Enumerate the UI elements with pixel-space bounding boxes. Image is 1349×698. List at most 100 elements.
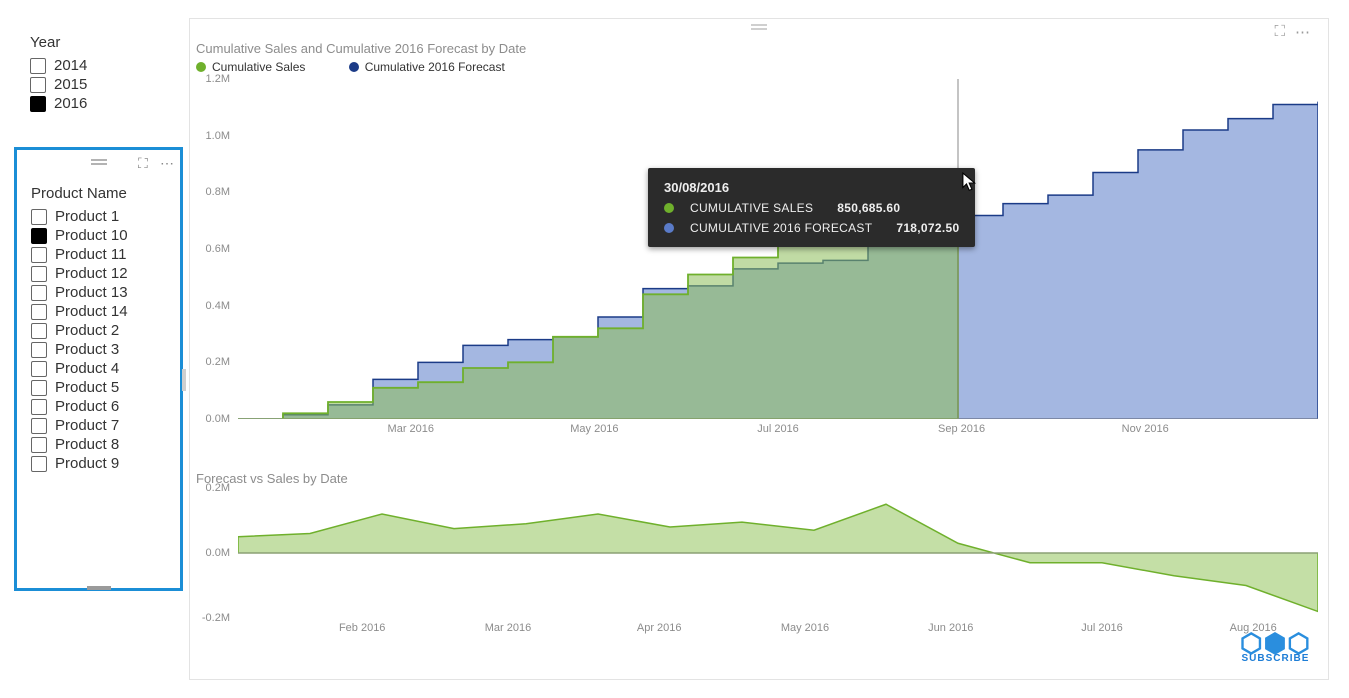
y-axis-tick: 0.2M: [206, 356, 230, 368]
x-axis-tick: Jul 2016: [1081, 622, 1123, 634]
chart-tooltip: 30/08/2016 CUMULATIVE SALES850,685.60 CU…: [648, 168, 975, 247]
product-option[interactable]: Product 2: [31, 322, 170, 339]
product-option[interactable]: Product 11: [31, 246, 170, 263]
product-option[interactable]: Product 6: [31, 398, 170, 415]
more-options-icon[interactable]: ⋯: [160, 156, 174, 170]
y-axis-tick: 1.2M: [206, 73, 230, 85]
product-option[interactable]: Product 9: [31, 455, 170, 472]
checkbox-icon[interactable]: [31, 361, 47, 377]
product-option[interactable]: Product 13: [31, 284, 170, 301]
product-label: Product 14: [55, 303, 128, 320]
y-axis-tick: 0.0M: [206, 413, 230, 425]
product-slicer[interactable]: ⛶ ⋯ Product Name Product 1 Product 10 Prod…: [14, 147, 183, 591]
product-label: Product 8: [55, 436, 119, 453]
x-axis-tick: Mar 2016: [485, 622, 531, 634]
checkbox-icon[interactable]: [31, 342, 47, 358]
checkbox-icon[interactable]: [31, 285, 47, 301]
focus-mode-icon[interactable]: ⛶: [138, 156, 152, 170]
year-label: 2014: [54, 57, 87, 74]
resize-handle-icon[interactable]: [182, 369, 186, 391]
subscribe-label: SUBSCRIBE: [1240, 653, 1311, 664]
checkbox-icon[interactable]: [31, 418, 47, 434]
product-option[interactable]: Product 8: [31, 436, 170, 453]
x-axis-tick: Mar 2016: [388, 423, 434, 435]
checkbox-icon[interactable]: [30, 96, 46, 112]
tooltip-date: 30/08/2016: [664, 180, 959, 195]
checkbox-icon[interactable]: [31, 209, 47, 225]
year-label: 2016: [54, 95, 87, 112]
checkbox-icon[interactable]: [31, 228, 47, 244]
y-axis-tick: 0.2M: [206, 482, 230, 494]
x-axis-tick: May 2016: [781, 622, 829, 634]
product-label: Product 10: [55, 227, 128, 244]
y-axis-tick: 0.4M: [206, 300, 230, 312]
product-label: Product 3: [55, 341, 119, 358]
product-label: Product 13: [55, 284, 128, 301]
product-option[interactable]: Product 12: [31, 265, 170, 282]
checkbox-icon[interactable]: [30, 58, 46, 74]
product-label: Product 4: [55, 360, 119, 377]
slicer-header[interactable]: ⛶ ⋯: [17, 150, 180, 179]
year-label: 2015: [54, 76, 87, 93]
legend-dot-icon: [349, 62, 359, 72]
y-axis-tick: 0.0M: [206, 547, 230, 559]
resize-bottom-icon[interactable]: [87, 586, 111, 590]
product-label: Product 12: [55, 265, 128, 282]
tooltip-dot-icon: [664, 203, 674, 213]
checkbox-icon[interactable]: [31, 266, 47, 282]
product-label: Product 7: [55, 417, 119, 434]
checkbox-icon[interactable]: [31, 247, 47, 263]
year-slicer: Year 2014 2015 2016: [30, 34, 170, 114]
checkbox-icon[interactable]: [30, 77, 46, 93]
product-label: Product 11: [55, 246, 126, 263]
chart1-title: Cumulative Sales and Cumulative 2016 For…: [196, 41, 1328, 56]
more-options-icon[interactable]: ⋯: [1295, 23, 1310, 41]
checkbox-icon[interactable]: [31, 437, 47, 453]
y-axis-tick: 0.8M: [206, 186, 230, 198]
product-option[interactable]: Product 10: [31, 227, 170, 244]
product-slicer-title: Product Name: [31, 185, 170, 202]
year-option[interactable]: 2015: [30, 76, 170, 93]
checkbox-icon[interactable]: [31, 323, 47, 339]
product-option[interactable]: Product 3: [31, 341, 170, 358]
tooltip-dot-icon: [664, 223, 674, 233]
x-axis-tick: May 2016: [570, 423, 618, 435]
product-option[interactable]: Product 5: [31, 379, 170, 396]
x-axis-tick: Jul 2016: [757, 423, 799, 435]
x-axis-tick: Apr 2016: [637, 622, 682, 634]
legend-item-sales[interactable]: Cumulative Sales: [196, 60, 325, 74]
product-option[interactable]: Product 14: [31, 303, 170, 320]
x-axis-tick: Nov 2016: [1122, 423, 1169, 435]
chart1-legend: Cumulative Sales Cumulative 2016 Forecas…: [196, 60, 1328, 75]
checkbox-icon[interactable]: [31, 380, 47, 396]
product-option[interactable]: Product 7: [31, 417, 170, 434]
drag-handle-icon[interactable]: [751, 24, 767, 26]
legend-dot-icon: [196, 62, 206, 72]
year-option[interactable]: 2014: [30, 57, 170, 74]
chart-visual: ⛶ ⋯ Cumulative Sales and Cumulative 2016…: [189, 18, 1329, 680]
dna-icon: ⬡⬢⬡: [1240, 633, 1311, 653]
product-option[interactable]: Product 4: [31, 360, 170, 377]
y-axis-tick: 1.0M: [206, 130, 230, 142]
year-slicer-title: Year: [30, 34, 170, 51]
legend-item-forecast[interactable]: Cumulative 2016 Forecast: [349, 60, 525, 74]
drag-handle-icon[interactable]: [91, 159, 107, 161]
product-label: Product 6: [55, 398, 119, 415]
x-axis-tick: Jun 2016: [928, 622, 973, 634]
chart1-plot[interactable]: 0.0M0.2M0.4M0.6M0.8M1.0M1.2M 30/08/2016 …: [238, 79, 1318, 419]
subscribe-badge[interactable]: ⬡⬢⬡ SUBSCRIBE: [1240, 633, 1311, 664]
year-option[interactable]: 2016: [30, 95, 170, 112]
y-axis-tick: -0.2M: [202, 612, 230, 624]
checkbox-icon[interactable]: [31, 456, 47, 472]
product-label: Product 1: [55, 208, 119, 225]
y-axis-tick: 0.6M: [206, 243, 230, 255]
checkbox-icon[interactable]: [31, 399, 47, 415]
product-label: Product 5: [55, 379, 119, 396]
focus-mode-icon[interactable]: ⛶: [1274, 23, 1285, 41]
product-label: Product 9: [55, 455, 119, 472]
x-axis-tick: Sep 2016: [938, 423, 985, 435]
product-option[interactable]: Product 1: [31, 208, 170, 225]
chart2-plot[interactable]: -0.2M0.0M0.2M: [238, 488, 1318, 618]
checkbox-icon[interactable]: [31, 304, 47, 320]
product-label: Product 2: [55, 322, 119, 339]
